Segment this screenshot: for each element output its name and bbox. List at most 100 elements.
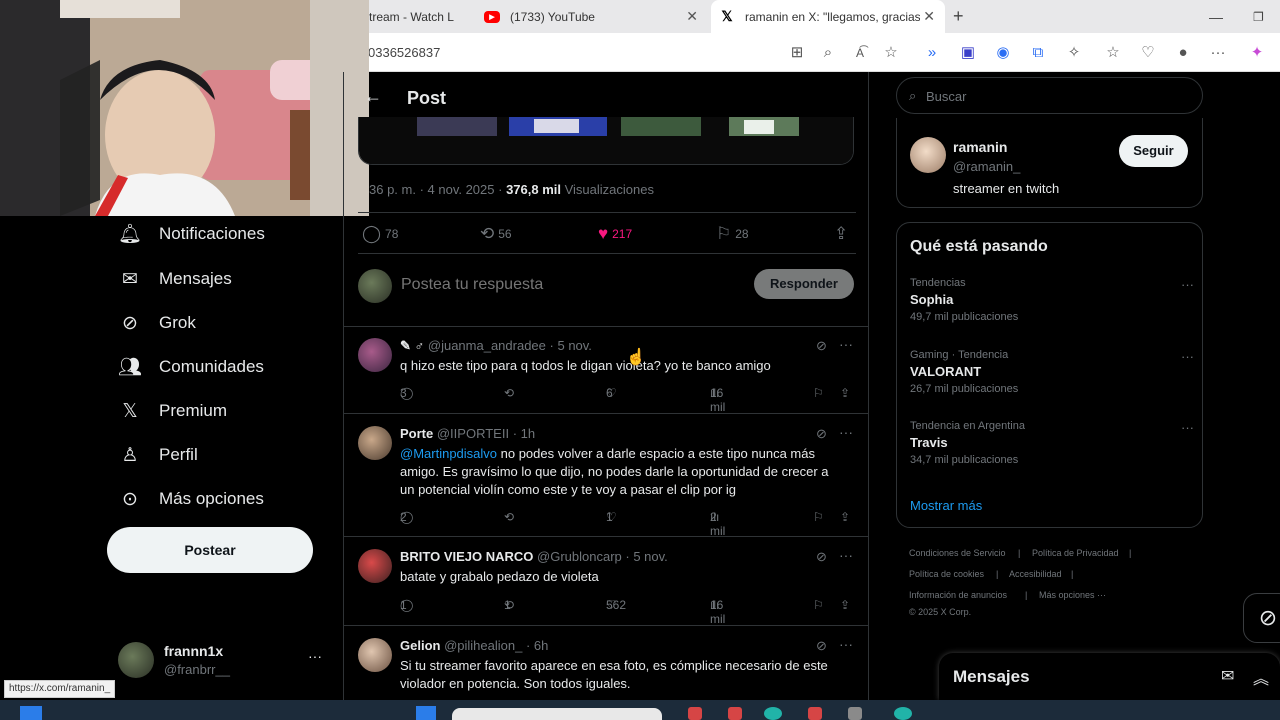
screenshot-icon[interactable]: ⧉ <box>1028 43 1048 63</box>
sidebar-item-notificaciones[interactable]: 🔔︎ Notificaciones <box>117 214 265 254</box>
taskbar-app-icon[interactable] <box>728 707 742 720</box>
more-icon[interactable]: ··· <box>1181 349 1194 364</box>
extension-icon[interactable]: ▣ <box>958 43 978 63</box>
read-aloud-icon[interactable]: A͡ <box>850 43 870 63</box>
grok-explain-icon[interactable]: ⊘ <box>816 338 827 354</box>
avatar[interactable] <box>358 549 392 583</box>
bookmark-icon[interactable]: ⚐ <box>813 386 824 400</box>
reply-item[interactable]: Gelion @pilihealion_ · 6h ⊘ ··· Si tu st… <box>344 627 868 700</box>
grok-explain-icon[interactable]: ⊘ <box>816 426 827 442</box>
author-name[interactable]: BRITO VIEJO NARCO <box>400 549 533 564</box>
footer-link[interactable]: Política de Privacidad <box>1032 548 1119 558</box>
grok-floating-button[interactable]: ⊘ <box>1243 593 1280 643</box>
footer-link[interactable]: Política de cookies <box>909 569 984 579</box>
zoom-icon[interactable]: ⌕ <box>818 43 838 63</box>
more-icon[interactable]: ··· <box>1181 420 1194 435</box>
copilot-icon[interactable]: ✦ <box>1247 43 1267 63</box>
repost-action[interactable]: ⟲ 56 <box>480 224 512 244</box>
avatar[interactable] <box>358 638 392 672</box>
trend-item[interactable]: Tendencias Sophia 49,7 mil publicaciones… <box>910 277 1194 323</box>
avatar[interactable] <box>358 338 392 372</box>
avatar[interactable] <box>358 426 392 460</box>
favorite-star-icon[interactable]: ☆ <box>881 43 901 63</box>
mention-link[interactable]: @Martinpdisalvo <box>400 446 497 461</box>
sidebar-item-mas-opciones[interactable]: ⊙ Más opciones <box>117 479 264 519</box>
profile-icon[interactable]: ● <box>1173 43 1193 63</box>
author-handle[interactable]: @Grubloncarp <box>537 549 622 564</box>
show-more-link[interactable]: Mostrar más <box>910 498 982 513</box>
sidebar-item-comunidades[interactable]: 👥︎ Comunidades <box>117 347 264 387</box>
author-name[interactable]: Porte <box>400 426 433 441</box>
reply-button[interactable]: Responder <box>754 269 854 299</box>
menu-icon[interactable]: ··· <box>1208 43 1228 63</box>
messages-drawer[interactable]: Mensajes ✉ ︽ <box>939 653 1280 700</box>
browser-essentials-icon[interactable]: ♡ <box>1138 43 1158 63</box>
footer-link[interactable]: Accesibilidad <box>1009 569 1062 579</box>
post-button[interactable]: Postear <box>107 527 313 573</box>
reply-item[interactable]: ✎ ♂ @juanma_andradee · 5 nov. ⊘ ··· q hi… <box>344 327 868 414</box>
extension-icon[interactable]: » <box>922 43 942 63</box>
more-icon[interactable]: ··· <box>839 547 853 563</box>
windows-icon[interactable] <box>416 706 436 720</box>
taskbar-app-icon[interactable] <box>808 707 822 720</box>
tab-x-post[interactable]: 𝕏 ramanin en X: "llegamos, gracias. ✕ <box>711 0 945 33</box>
share-icon[interactable]: ⇪ <box>840 598 850 612</box>
new-tab-button[interactable]: + <box>953 0 964 33</box>
new-message-icon[interactable]: ✉ <box>1221 666 1234 686</box>
author-name[interactable]: Gelion <box>400 638 440 653</box>
footer-link[interactable]: Condiciones de Servicio <box>909 548 1006 558</box>
follow-button[interactable]: Seguir <box>1119 135 1188 167</box>
maximize-button[interactable]: ❐ <box>1253 0 1264 33</box>
bookmark-icon[interactable]: ⚐ <box>813 598 824 612</box>
sidebar-item-premium[interactable]: 𝕏 Premium <box>117 391 227 431</box>
taskbar-app-icon[interactable] <box>894 707 912 720</box>
profile-name[interactable]: ramanin <box>953 139 1007 155</box>
taskbar-app-icon[interactable] <box>688 707 702 720</box>
extension-icon[interactable]: ◉ <box>993 43 1013 63</box>
taskbar-app-icon[interactable] <box>848 707 862 720</box>
close-tab-icon[interactable]: ✕ <box>923 8 935 25</box>
sidebar-item-mensajes[interactable]: ✉ Mensajes <box>117 259 232 299</box>
more-icon[interactable]: ··· <box>839 424 853 440</box>
chevron-up-icon[interactable]: ︽ <box>1253 665 1269 689</box>
author-name[interactable]: ✎ ♂ <box>400 338 424 353</box>
more-icon[interactable]: ··· <box>839 636 853 652</box>
close-tab-icon[interactable]: ✕ <box>686 8 698 25</box>
bookmark-action[interactable]: ⚐ 28 <box>716 224 749 244</box>
grok-explain-icon[interactable]: ⊘ <box>816 638 827 654</box>
reply-item[interactable]: BRITO VIEJO NARCO @Grubloncarp · 5 nov. … <box>344 538 868 626</box>
like-action[interactable]: ♥ 217 <box>598 224 632 244</box>
account-switcher[interactable]: frannn1x @franbrr__ ··· <box>118 640 328 684</box>
url-field[interactable]: 0336526837 <box>368 45 440 60</box>
minimize-button[interactable]: — <box>1209 0 1223 33</box>
apps-icon[interactable]: ⊞ <box>787 43 807 63</box>
reply-input[interactable] <box>401 276 731 294</box>
taskbar-search[interactable] <box>452 708 662 720</box>
search-box[interactable]: ⌕ Buscar <box>896 77 1203 114</box>
sidebar-item-perfil[interactable]: ♙ Perfil <box>117 435 197 475</box>
reply-item[interactable]: Porte @IIPORTEII · 1h ⊘ ··· @Martinpdisa… <box>344 415 868 538</box>
more-icon[interactable]: ··· <box>1181 277 1194 292</box>
favorites-icon[interactable]: ☆ <box>1103 43 1123 63</box>
share-action[interactable]: ⇪ <box>834 224 852 244</box>
footer-more-link[interactable]: Más opciones ··· <box>1039 590 1106 600</box>
tab-youtube[interactable]: ▶ (1733) YouTube ✕ <box>484 0 708 33</box>
share-icon[interactable]: ⇪ <box>840 510 850 524</box>
profile-handle[interactable]: @ramanin_ <box>953 159 1020 174</box>
taskbar-edge-icon[interactable] <box>764 707 782 720</box>
reply-action[interactable]: ◯ 78 <box>362 224 398 244</box>
footer-link[interactable]: Información de anuncios <box>909 590 1007 600</box>
share-icon[interactable]: ⇪ <box>840 386 850 400</box>
bookmark-icon[interactable]: ⚐ <box>813 510 824 524</box>
sidebar-item-grok[interactable]: ⊘ Grok <box>117 303 196 343</box>
author-handle[interactable]: @IIPORTEII <box>437 426 509 441</box>
trend-item[interactable]: Tendencia en Argentina Travis 34,7 mil p… <box>910 420 1194 466</box>
author-handle[interactable]: @juanma_andradee <box>428 338 546 353</box>
author-handle[interactable]: @pilihealion_ <box>444 638 522 653</box>
avatar[interactable] <box>910 137 946 173</box>
more-icon[interactable]: ··· <box>308 648 322 664</box>
tab-twitch[interactable]: tream - Watch L <box>369 0 479 33</box>
trend-item[interactable]: Gaming · Tendencia VALORANT 26,7 mil pub… <box>910 349 1194 395</box>
extensions-puzzle-icon[interactable]: ✧ <box>1064 43 1084 63</box>
grok-explain-icon[interactable]: ⊘ <box>816 549 827 565</box>
